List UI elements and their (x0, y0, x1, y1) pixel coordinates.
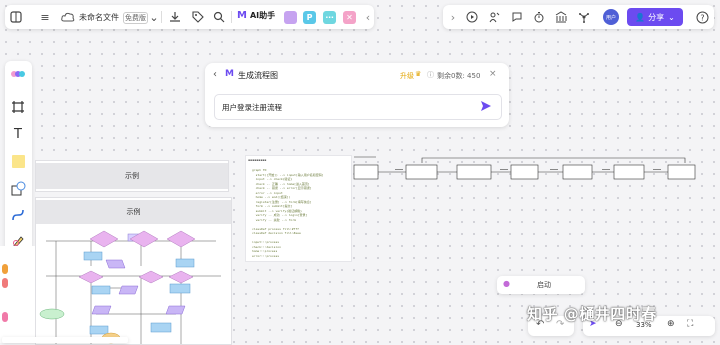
ai-assistant-button[interactable]: M AI助手 (237, 10, 275, 21)
example-card-2[interactable]: 示例 (35, 197, 232, 345)
menu-icon[interactable]: ≡ (37, 9, 53, 25)
hint-bar[interactable]: ● 启动 (497, 276, 585, 294)
top-toolbar-left: ≡ 未命名文件 免费版 ⌄ M AI助手 P ⋯ ✕ ‹ (5, 5, 374, 29)
comment-icon[interactable] (509, 9, 525, 25)
cloud-icon (60, 9, 76, 25)
example-title: 示例 (36, 163, 228, 189)
bulb-icon: ● (503, 279, 510, 288)
ai-logo-icon: M (237, 10, 247, 21)
upgrade-link[interactable]: 升级 (400, 71, 414, 81)
svg-text:?: ? (700, 13, 704, 22)
connector-tool-icon[interactable] (9, 206, 27, 224)
info-icon: ⓘ (427, 71, 434, 79)
ai-mindmap-icon[interactable]: ⋯ (323, 11, 336, 24)
download-icon[interactable] (167, 9, 183, 25)
generated-flowchart (353, 156, 696, 180)
chevron-right-icon[interactable]: › (445, 9, 461, 25)
chevron-down-icon: ⌄ (668, 12, 675, 22)
example-flowchart (39, 230, 221, 344)
crown-icon: ♛ (415, 70, 422, 78)
prompt-input[interactable]: 用户登录注册流程 (214, 94, 502, 120)
collaborate-icon[interactable] (487, 9, 503, 25)
send-icon[interactable] (480, 100, 492, 115)
help-icon[interactable]: ? (694, 9, 710, 25)
avatar[interactable]: 用户 (603, 9, 619, 25)
logo-icon[interactable] (8, 9, 24, 25)
hint-label: 启动 (537, 281, 551, 289)
search-icon[interactable] (211, 9, 227, 25)
close-icon[interactable]: × (489, 69, 497, 79)
panel-title: 生成流程图 (238, 71, 278, 80)
divider (161, 11, 162, 23)
color-dot-icon (2, 312, 8, 322)
play-icon[interactable] (464, 9, 480, 25)
ai-generate-panel: ‹ M 生成流程图 升级 ♛ ⓘ 剩余0数: 450 × 用户登录注册流程 (205, 63, 509, 127)
code-text: graph TD start([开始]) --> input[输入用户名和密码]… (252, 168, 324, 258)
code-card-title: ▪▪▪▪▪▪▪▪▪ (248, 158, 267, 162)
ai-text-icon[interactable]: P (303, 11, 316, 24)
ai-logo-icon: M (225, 69, 234, 79)
library-icon[interactable] (553, 9, 569, 25)
ai-image-icon[interactable] (284, 11, 297, 24)
share-label: 分享 (648, 12, 665, 22)
example-title: 示例 (36, 200, 231, 224)
remaining-count: 剩余0数: 450 (437, 72, 481, 80)
shape-tool-icon[interactable] (9, 179, 27, 197)
left-mini-strip (0, 258, 14, 343)
back-icon[interactable]: ‹ (213, 69, 217, 80)
color-dot-icon (2, 264, 8, 274)
share-button[interactable]: 👤 分享 ⌄ (627, 8, 683, 26)
watermark: 知乎 @樋井四时春 (527, 305, 657, 323)
ai-assistant-label: AI助手 (249, 11, 276, 20)
fit-screen-icon[interactable]: ⛶ (687, 319, 693, 329)
plan-badge: 免费版 (123, 12, 148, 24)
ai-tools-icon[interactable] (9, 65, 27, 83)
doc-title[interactable]: 未命名文件 (79, 12, 119, 23)
prompt-input-value: 用户登录注册流程 (222, 103, 282, 112)
tag-icon[interactable] (190, 9, 206, 25)
bottom-left-toolbar (2, 337, 128, 343)
divider (231, 11, 232, 23)
frame-icon[interactable] (9, 98, 27, 116)
zoom-in-icon[interactable]: ⊕ (667, 319, 675, 329)
chevron-down-icon[interactable]: ⌄ (146, 9, 162, 25)
sticky-note-icon[interactable] (9, 152, 27, 170)
chevron-left-icon[interactable]: ‹ (360, 9, 376, 25)
timer-icon[interactable] (531, 9, 547, 25)
user-icon: 👤 (635, 12, 646, 22)
integration-icon[interactable] (576, 9, 592, 25)
example-card-1[interactable]: 示例 (35, 160, 229, 192)
color-dot-icon (2, 278, 8, 288)
ai-flow-icon[interactable]: ✕ (343, 11, 356, 24)
text-tool-icon[interactable]: T (9, 125, 27, 143)
